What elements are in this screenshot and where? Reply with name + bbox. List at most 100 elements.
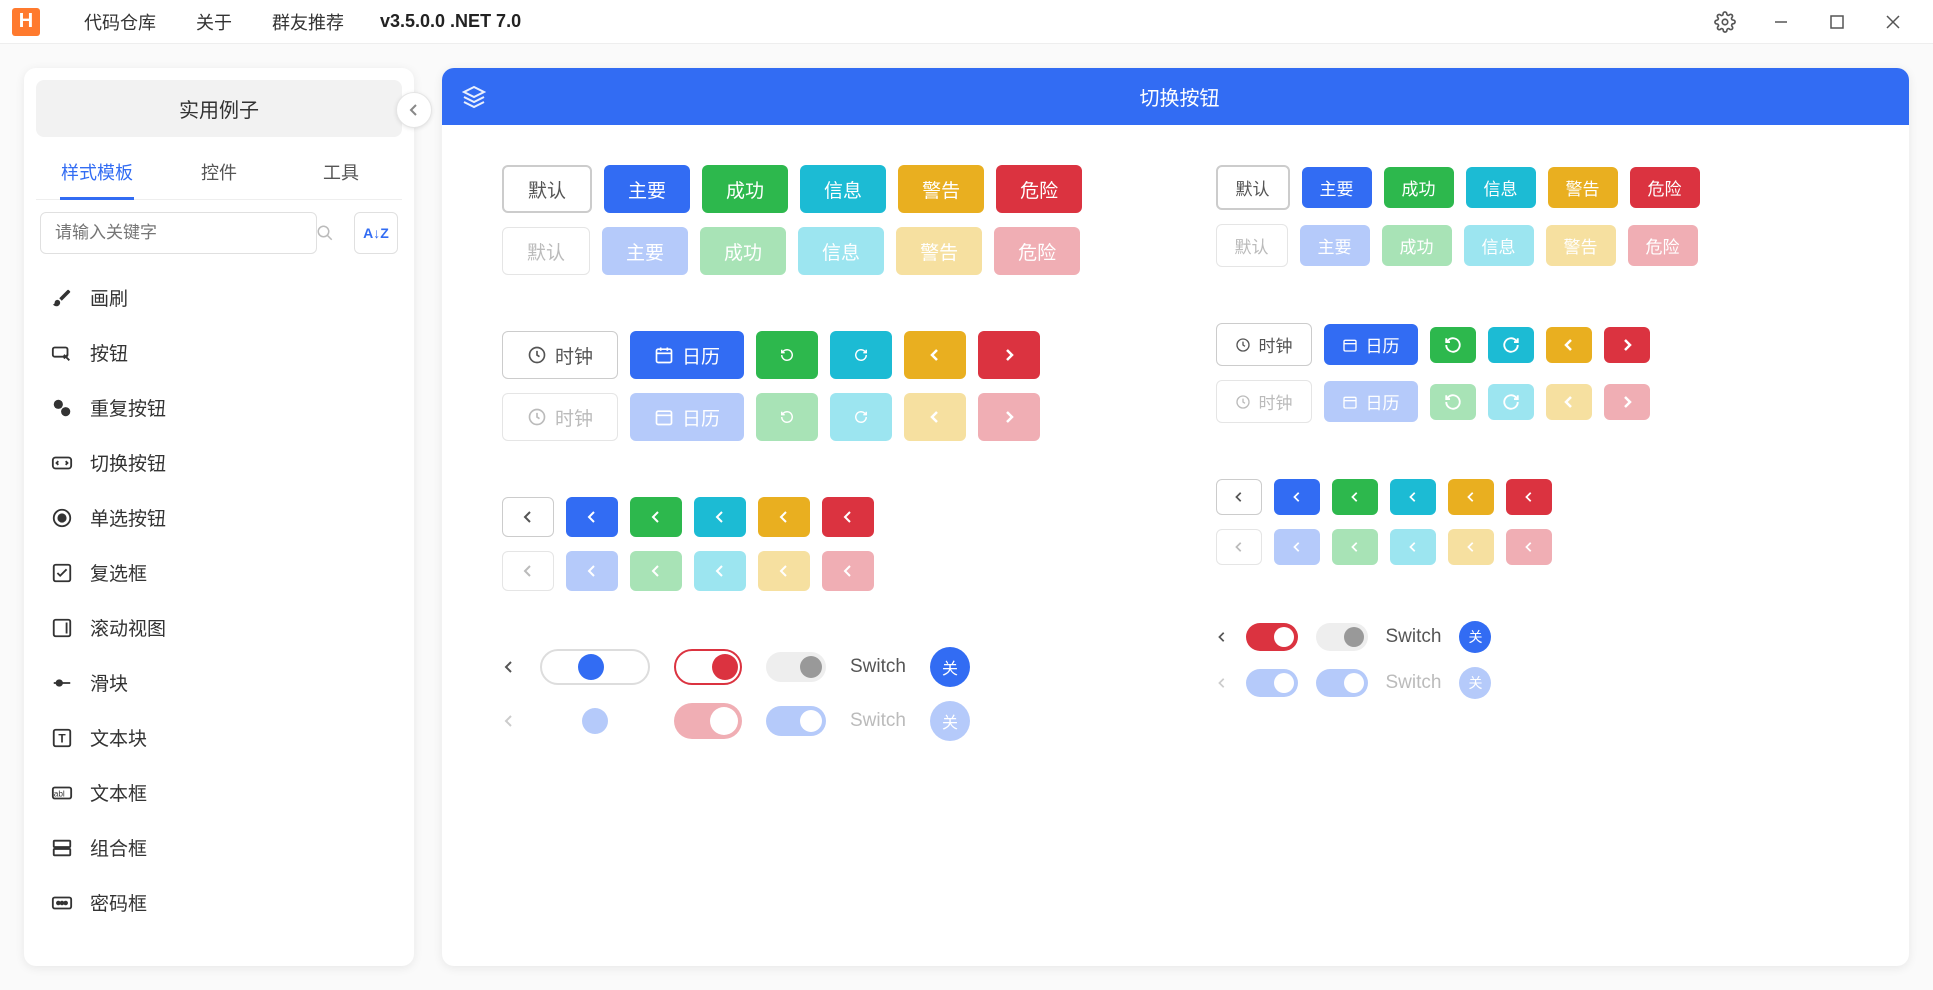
btn-next-sm-light[interactable] bbox=[1604, 384, 1650, 420]
switch-danger-sm[interactable] bbox=[1246, 623, 1298, 651]
btn-refresh-ccw-sm[interactable] bbox=[1430, 327, 1476, 363]
nav-item-slider[interactable]: 滑块 bbox=[40, 655, 398, 710]
btn-info-sm[interactable]: 信息 bbox=[1466, 167, 1536, 208]
btn-icon-danger[interactable] bbox=[822, 497, 874, 537]
btn-warning-sm-light[interactable]: 警告 bbox=[1546, 225, 1616, 266]
nav-item-combobox[interactable]: 组合框 bbox=[40, 820, 398, 875]
btn-refresh-cw[interactable] bbox=[830, 331, 892, 379]
btn-next[interactable] bbox=[978, 331, 1040, 379]
switch-danger-light[interactable] bbox=[674, 703, 742, 739]
btn-icon-warning-sm[interactable] bbox=[1448, 479, 1494, 515]
btn-close-circle-sm[interactable]: 关 bbox=[1459, 621, 1491, 653]
switch-off-grey[interactable] bbox=[766, 652, 826, 682]
btn-close-circle[interactable]: 关 bbox=[930, 647, 970, 687]
btn-primary[interactable]: 主要 bbox=[604, 165, 690, 213]
btn-icon-default-sm-light[interactable] bbox=[1216, 529, 1262, 565]
btn-icon-danger-light[interactable] bbox=[822, 551, 874, 591]
btn-icon-info-light[interactable] bbox=[694, 551, 746, 591]
btn-icon-default[interactable] bbox=[502, 497, 554, 537]
nav-item-toggle-button[interactable]: 切换按钮 bbox=[40, 435, 398, 490]
btn-danger-light[interactable]: 危险 bbox=[994, 227, 1080, 275]
btn-default-light[interactable]: 默认 bbox=[502, 227, 590, 275]
sort-button[interactable]: A↓Z bbox=[354, 212, 398, 254]
maximize-button[interactable] bbox=[1809, 0, 1865, 44]
btn-prev-light[interactable] bbox=[904, 393, 966, 441]
btn-clock-sm-light[interactable]: 时钟 bbox=[1216, 380, 1312, 423]
nav-item-brush[interactable]: 画刷 bbox=[40, 270, 398, 325]
btn-info[interactable]: 信息 bbox=[800, 165, 886, 213]
switch-primary-light-sm2[interactable] bbox=[1316, 669, 1368, 697]
menu-recommend[interactable]: 群友推荐 bbox=[252, 9, 364, 35]
minimize-button[interactable] bbox=[1753, 0, 1809, 44]
btn-danger-sm-light[interactable]: 危险 bbox=[1628, 225, 1698, 266]
sidebar-title[interactable]: 实用例子 bbox=[36, 80, 402, 137]
btn-info-light[interactable]: 信息 bbox=[798, 227, 884, 275]
btn-icon-primary-sm-light[interactable] bbox=[1274, 529, 1320, 565]
btn-danger-sm[interactable]: 危险 bbox=[1630, 167, 1700, 208]
btn-icon-warning-sm-light[interactable] bbox=[1448, 529, 1494, 565]
btn-icon-success-sm-light[interactable] bbox=[1332, 529, 1378, 565]
btn-icon-info[interactable] bbox=[694, 497, 746, 537]
settings-button[interactable] bbox=[1697, 0, 1753, 44]
btn-success[interactable]: 成功 bbox=[702, 165, 788, 213]
tab-tools[interactable]: 工具 bbox=[280, 145, 402, 199]
btn-icon-primary-sm[interactable] bbox=[1274, 479, 1320, 515]
btn-close-circle-sm-light[interactable]: 关 bbox=[1459, 667, 1491, 699]
btn-prev-sm[interactable] bbox=[1546, 327, 1592, 363]
btn-prev[interactable] bbox=[904, 331, 966, 379]
nav-item-textblock[interactable]: T文本块 bbox=[40, 710, 398, 765]
btn-next-light[interactable] bbox=[978, 393, 1040, 441]
nav-item-password[interactable]: 密码框 bbox=[40, 875, 398, 930]
btn-icon-default-sm[interactable] bbox=[1216, 479, 1262, 515]
btn-icon-danger-sm-light[interactable] bbox=[1506, 529, 1552, 565]
btn-refresh-cw-light[interactable] bbox=[830, 393, 892, 441]
btn-default-sm-light[interactable]: 默认 bbox=[1216, 224, 1288, 267]
btn-warning-light[interactable]: 警告 bbox=[896, 227, 982, 275]
switch-primary-light[interactable] bbox=[766, 706, 826, 736]
btn-icon-default-light[interactable] bbox=[502, 551, 554, 591]
btn-next-sm[interactable] bbox=[1604, 327, 1650, 363]
nav-item-scroll-view[interactable]: 滚动视图 bbox=[40, 600, 398, 655]
btn-warning[interactable]: 警告 bbox=[898, 165, 984, 213]
btn-primary-sm[interactable]: 主要 bbox=[1302, 167, 1372, 208]
btn-icon-danger-sm[interactable] bbox=[1506, 479, 1552, 515]
btn-default[interactable]: 默认 bbox=[502, 165, 592, 213]
sidebar-collapse-button[interactable] bbox=[396, 92, 432, 128]
btn-primary-sm-light[interactable]: 主要 bbox=[1300, 225, 1370, 266]
switch-outline-primary[interactable] bbox=[540, 649, 650, 685]
btn-calendar-light[interactable]: 日历 bbox=[630, 393, 744, 441]
tab-style-template[interactable]: 样式模板 bbox=[36, 145, 158, 199]
menu-repository[interactable]: 代码仓库 bbox=[64, 9, 176, 35]
btn-success-sm[interactable]: 成功 bbox=[1384, 167, 1454, 208]
btn-refresh-cw-sm-light[interactable] bbox=[1488, 384, 1534, 420]
nav-item-textbox[interactable]: abl文本框 bbox=[40, 765, 398, 820]
btn-refresh-ccw-sm-light[interactable] bbox=[1430, 384, 1476, 420]
btn-refresh-ccw[interactable] bbox=[756, 331, 818, 379]
btn-primary-light[interactable]: 主要 bbox=[602, 227, 688, 275]
nav-item-repeat-button[interactable]: 重复按钮 bbox=[40, 380, 398, 435]
nav-item-radio-button[interactable]: 单选按钮 bbox=[40, 490, 398, 545]
switch-dot-light[interactable] bbox=[582, 708, 608, 734]
btn-icon-info-sm[interactable] bbox=[1390, 479, 1436, 515]
btn-calendar-sm-light[interactable]: 日历 bbox=[1324, 381, 1418, 422]
nav-item-button[interactable]: 按钮 bbox=[40, 325, 398, 380]
btn-clock-sm[interactable]: 时钟 bbox=[1216, 323, 1312, 366]
btn-refresh-ccw-light[interactable] bbox=[756, 393, 818, 441]
btn-clock-light[interactable]: 时钟 bbox=[502, 393, 618, 441]
btn-icon-success[interactable] bbox=[630, 497, 682, 537]
btn-icon-warning[interactable] bbox=[758, 497, 810, 537]
switch-off-grey-sm[interactable] bbox=[1316, 623, 1368, 651]
switch-primary-light-sm[interactable] bbox=[1246, 669, 1298, 697]
btn-success-light[interactable]: 成功 bbox=[700, 227, 786, 275]
btn-icon-warning-light[interactable] bbox=[758, 551, 810, 591]
btn-calendar-sm[interactable]: 日历 bbox=[1324, 324, 1418, 365]
btn-refresh-cw-sm[interactable] bbox=[1488, 327, 1534, 363]
btn-info-sm-light[interactable]: 信息 bbox=[1464, 225, 1534, 266]
btn-prev-sm-light[interactable] bbox=[1546, 384, 1592, 420]
menu-about[interactable]: 关于 bbox=[176, 9, 252, 35]
btn-icon-primary[interactable] bbox=[566, 497, 618, 537]
btn-danger[interactable]: 危险 bbox=[996, 165, 1082, 213]
btn-default-sm[interactable]: 默认 bbox=[1216, 165, 1290, 210]
btn-close-circle-light[interactable]: 关 bbox=[930, 701, 970, 741]
btn-icon-success-light[interactable] bbox=[630, 551, 682, 591]
